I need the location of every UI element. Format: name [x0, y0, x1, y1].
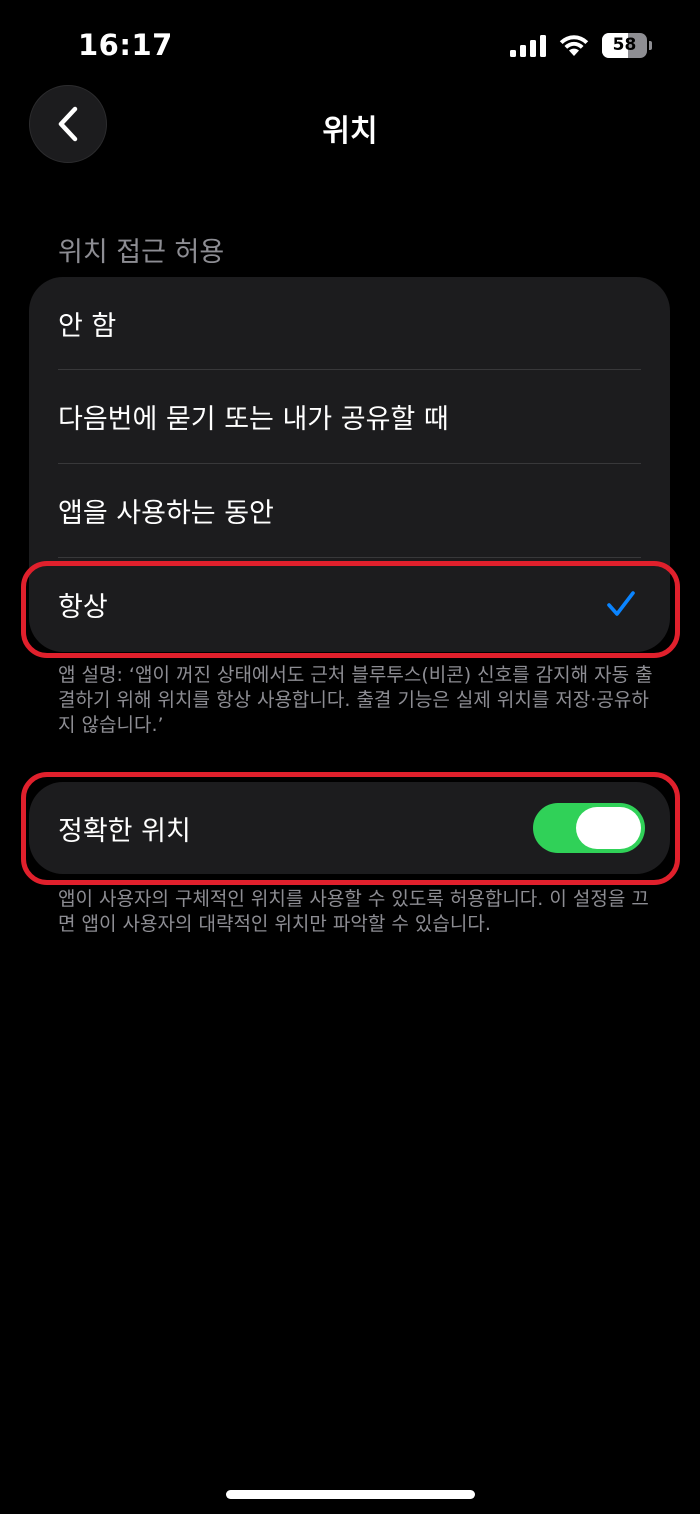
precise-location-group: 정확한 위치: [29, 782, 670, 874]
precise-location-row: 정확한 위치: [29, 782, 670, 874]
checkmark-icon: [607, 591, 635, 616]
option-label: 항상: [58, 591, 108, 623]
precise-location-toggle[interactable]: [533, 803, 645, 853]
nav-bar: 위치: [0, 84, 700, 164]
toggle-knob: [576, 807, 641, 849]
option-while-using[interactable]: 앱을 사용하는 동안: [29, 463, 670, 557]
battery-level: 58: [612, 35, 637, 55]
option-never[interactable]: 안 함: [29, 277, 670, 369]
battery-icon: 58: [602, 33, 652, 58]
option-ask-next-time[interactable]: 다음번에 묻기 또는 내가 공유할 때: [29, 369, 670, 463]
location-access-footer: 앱 설명: ‘앱이 꺼진 상태에서도 근처 블루투스(비콘) 신호를 감지해 자…: [58, 664, 653, 736]
precise-location-footer: 앱이 사용자의 구체적인 위치를 사용할 수 있도록 허용합니다. 이 설정을 …: [58, 888, 649, 935]
status-icons: 58: [510, 33, 652, 58]
precise-location-label: 정확한 위치: [58, 815, 191, 847]
option-label: 안 함: [58, 310, 117, 342]
status-bar: 16:17 58: [0, 0, 700, 90]
section-header-location-access: 위치 접근 허용: [58, 237, 225, 268]
option-label: 앱을 사용하는 동안: [58, 497, 274, 529]
status-time: 16:17: [78, 28, 173, 62]
cellular-signal-icon: [510, 34, 546, 57]
page-title: 위치: [322, 114, 378, 149]
wifi-icon: [559, 34, 589, 56]
option-always[interactable]: 항상: [29, 557, 670, 651]
location-access-options: 안 함 다음번에 묻기 또는 내가 공유할 때 앱을 사용하는 동안 항상: [29, 277, 670, 652]
option-label: 다음번에 묻기 또는 내가 공유할 때: [58, 403, 449, 435]
home-indicator[interactable]: [226, 1490, 475, 1499]
